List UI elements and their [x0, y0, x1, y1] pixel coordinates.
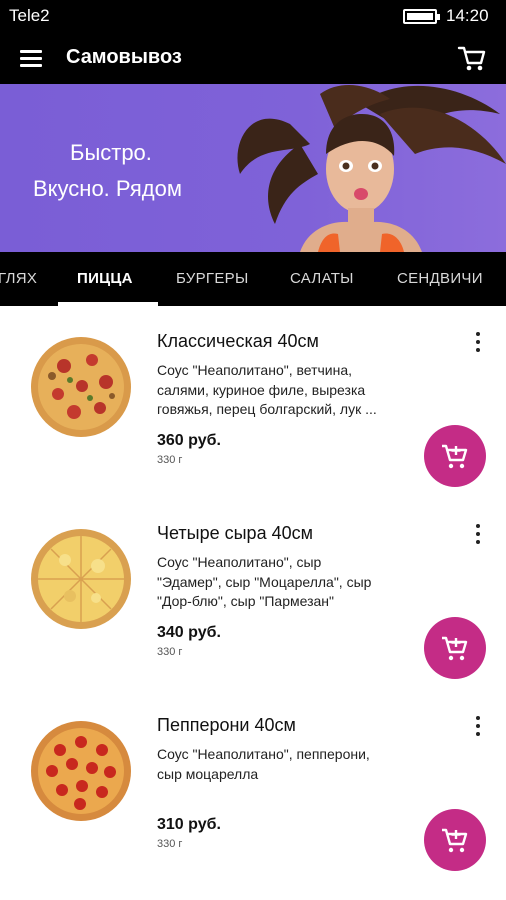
page-title: Самовывоз — [66, 46, 182, 68]
product-item[interactable]: Четыре сыра 40см Соус "Неаполитано", сыр… — [0, 498, 506, 690]
pizza-classic-image — [31, 337, 131, 437]
product-weight: 330 г — [157, 838, 183, 850]
banner-line-1: Быстро. — [70, 140, 152, 165]
add-to-cart-button[interactable] — [424, 617, 486, 679]
hamburger-menu-icon[interactable] — [20, 46, 44, 70]
tab-pizza[interactable]: ПИЦЦА — [77, 270, 133, 287]
product-list: Классическая 40см Соус "Неаполитано", ве… — [0, 306, 506, 900]
pizza-four-cheese-image — [31, 529, 131, 629]
add-to-cart-icon — [442, 444, 468, 469]
promo-banner[interactable]: Быстро. Вкусно. Рядом — [0, 84, 506, 252]
product-name: Пепперони 40см — [157, 715, 296, 735]
carrier-name: Tele2 — [9, 6, 50, 25]
product-description: Соус "Неаполитано", пепперони, сыр моцар… — [157, 746, 370, 782]
add-to-cart-icon — [442, 828, 468, 853]
product-weight: 330 г — [157, 646, 183, 658]
more-options-icon[interactable] — [470, 330, 486, 354]
tab-salads[interactable]: САЛАТЫ — [290, 270, 354, 287]
tab-sandwiches[interactable]: СЕНДВИЧИ — [397, 270, 483, 287]
product-description: Соус "Неаполитано", сыр "Эдамер", сыр "М… — [157, 554, 372, 609]
more-options-icon[interactable] — [470, 522, 486, 546]
pizza-pepperoni-image — [31, 721, 131, 821]
product-name: Четыре сыра 40см — [157, 523, 313, 543]
status-bar: Tele2 14:20 — [0, 0, 506, 32]
product-item[interactable]: Пепперони 40см Соус "Неаполитано", пеппе… — [0, 690, 506, 882]
category-tabs: ГЛЯХ ПИЦЦА БУРГЕРЫ САЛАТЫ СЕНДВИЧИ — [0, 252, 506, 306]
product-price: 360 руб. — [157, 432, 221, 449]
product-description: Соус "Неаполитано", ветчина, салями, кур… — [157, 362, 377, 417]
more-options-icon[interactable] — [470, 714, 486, 738]
product-name: Классическая 40см — [157, 331, 319, 351]
clock: 14:20 — [446, 6, 489, 25]
battery-icon — [403, 9, 440, 24]
product-item[interactable]: Классическая 40см Соус "Неаполитано", ве… — [0, 306, 506, 498]
banner-line-2: Вкусно. Рядом — [33, 176, 182, 201]
app-bar: Самовывоз — [0, 32, 506, 84]
product-weight: 330 г — [157, 454, 183, 466]
shopping-cart-icon[interactable] — [456, 42, 488, 74]
add-to-cart-button[interactable] — [424, 425, 486, 487]
banner-model-illustration — [237, 84, 506, 252]
add-to-cart-button[interactable] — [424, 809, 486, 871]
tab-previous[interactable]: ГЛЯХ — [0, 270, 37, 287]
tab-burgers[interactable]: БУРГЕРЫ — [176, 270, 249, 287]
product-price: 310 руб. — [157, 816, 221, 833]
product-price: 340 руб. — [157, 624, 221, 641]
add-to-cart-icon — [442, 636, 468, 661]
